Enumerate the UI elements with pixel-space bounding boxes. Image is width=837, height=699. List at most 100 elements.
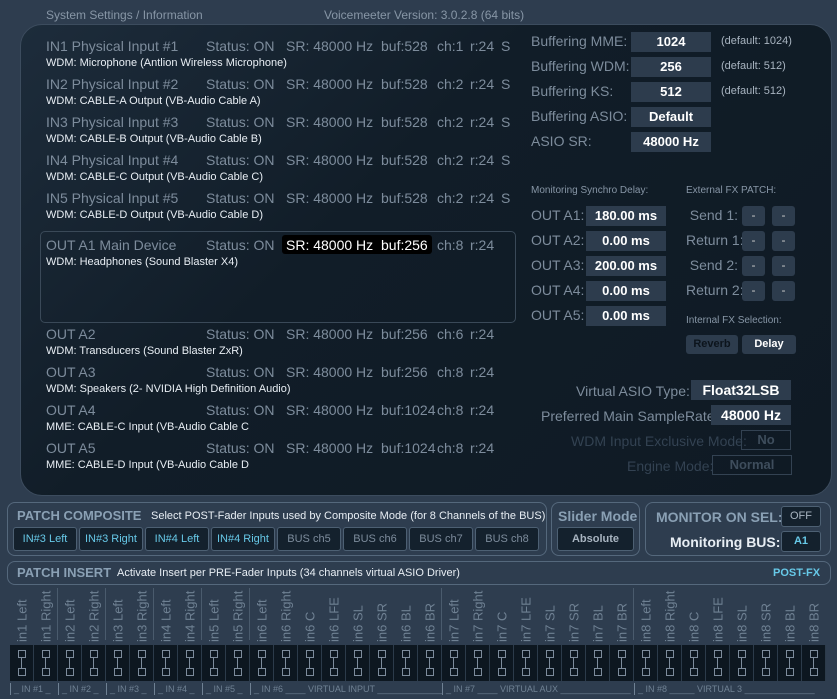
insert-switch[interactable] <box>418 645 442 681</box>
buffering-value[interactable]: 256 <box>631 57 711 77</box>
composite-button[interactable]: IN#3 Left <box>13 527 77 551</box>
delay-value[interactable]: 180.00 ms <box>586 206 666 226</box>
delay-value[interactable]: 200.00 ms <box>586 256 666 276</box>
insert-group-label: _ IN #5 _ <box>202 683 250 695</box>
insert-switch[interactable] <box>202 645 226 681</box>
insert-channel-label: in8 Right <box>658 588 682 642</box>
buffering-default: (default: 512) <box>721 60 786 72</box>
insert-switch[interactable] <box>10 645 34 681</box>
insert-channel-text: in7 Left <box>446 599 462 642</box>
device-buffer: buf:528 <box>381 38 428 54</box>
insert-switch[interactable] <box>370 645 394 681</box>
buffering-value[interactable]: 512 <box>631 82 711 102</box>
device-buffer: buf:528 <box>381 76 428 92</box>
delay-value[interactable]: 0.00 ms <box>586 281 666 301</box>
monitoring-bus-select[interactable]: A1 <box>781 531 821 552</box>
insert-channel-text: in1 Left <box>14 599 30 642</box>
switch-bottom-square <box>642 668 650 676</box>
insert-switch[interactable] <box>394 645 418 681</box>
insert-switch[interactable] <box>658 645 682 681</box>
insert-switch[interactable] <box>586 645 610 681</box>
insert-switch[interactable] <box>442 645 466 681</box>
fx-patch-button-b[interactable]: - <box>772 206 795 226</box>
device-resolution: r:24 <box>470 190 495 206</box>
insert-switch[interactable] <box>562 645 586 681</box>
device-name: OUT A5 <box>46 440 96 456</box>
switch-bottom-square <box>114 668 122 676</box>
device-name: OUT A1 Main Device <box>46 237 177 253</box>
device-status: Status: ON <box>206 364 275 380</box>
insert-switch[interactable] <box>634 645 658 681</box>
insert-switch[interactable] <box>34 645 58 681</box>
switch-top-square <box>810 650 818 658</box>
composite-button[interactable]: IN#4 Right <box>211 527 275 551</box>
fx-patch-label: Return 2: <box>686 282 744 298</box>
insert-switch[interactable] <box>178 645 202 681</box>
insert-switch[interactable] <box>466 645 490 681</box>
insert-switch[interactable] <box>226 645 250 681</box>
insert-channel-label: in6 C <box>298 588 322 642</box>
insert-channel-label: in8 SL <box>730 588 754 642</box>
insert-switch[interactable] <box>514 645 538 681</box>
insert-channel-text: in8 C <box>686 611 702 642</box>
insert-switch[interactable] <box>130 645 154 681</box>
insert-switch[interactable] <box>274 645 298 681</box>
fx-patch-button-a[interactable]: - <box>742 206 765 226</box>
insert-switch[interactable] <box>778 645 802 681</box>
fx-patch-button-a[interactable]: - <box>742 231 765 251</box>
buffering-value[interactable]: 48000 Hz <box>631 132 711 152</box>
insert-switch[interactable] <box>322 645 346 681</box>
fx-patch-button-a[interactable]: - <box>742 256 765 276</box>
reverb-button[interactable]: Reverb <box>686 335 738 354</box>
insert-switch[interactable] <box>250 645 274 681</box>
samplerate-value[interactable]: 48000 Hz <box>711 405 791 425</box>
fx-patch-button-b[interactable]: - <box>772 256 795 276</box>
insert-switch[interactable] <box>82 645 106 681</box>
fx-patch-button-b[interactable]: - <box>772 231 795 251</box>
insert-switch[interactable] <box>58 645 82 681</box>
fx-patch-button-a[interactable]: - <box>742 281 765 301</box>
insert-channel-label: in6 BR <box>418 588 442 642</box>
buffering-value[interactable]: 1024 <box>631 32 711 52</box>
device-samplerate: SR: 48000 Hz <box>286 190 374 206</box>
fx-patch-button-b[interactable]: - <box>772 281 795 301</box>
composite-button[interactable]: BUS ch8 <box>475 527 539 551</box>
insert-switch[interactable] <box>106 645 130 681</box>
slider-mode-button[interactable]: Absolute <box>557 527 634 551</box>
insert-switch[interactable] <box>802 645 826 681</box>
delay-value[interactable]: 0.00 ms <box>586 306 666 326</box>
insert-switch[interactable] <box>610 645 634 681</box>
insert-switch[interactable] <box>298 645 322 681</box>
composite-button[interactable]: IN#3 Right <box>79 527 143 551</box>
insert-switch[interactable] <box>754 645 778 681</box>
composite-button[interactable]: BUS ch5 <box>277 527 341 551</box>
delay-value[interactable]: 0.00 ms <box>586 231 666 251</box>
monitor-on-sel-toggle[interactable]: OFF <box>781 506 821 527</box>
switch-bottom-square <box>810 668 818 676</box>
device-name: IN5 Physical Input #5 <box>46 190 179 206</box>
insert-switch[interactable] <box>154 645 178 681</box>
insert-switch[interactable] <box>490 645 514 681</box>
insert-channel-text: in4 Right <box>182 590 198 642</box>
composite-button[interactable]: IN#4 Left <box>145 527 209 551</box>
switch-bottom-square <box>762 668 770 676</box>
insert-switch[interactable] <box>538 645 562 681</box>
composite-button[interactable]: BUS ch6 <box>343 527 407 551</box>
insert-channel-label: in7 C <box>490 588 514 642</box>
device-status: Status: ON <box>206 402 275 418</box>
delay-button[interactable]: Delay <box>742 335 796 354</box>
insert-switch[interactable] <box>706 645 730 681</box>
switch-top-square <box>450 650 458 658</box>
insert-switch[interactable] <box>682 645 706 681</box>
insert-switch[interactable] <box>730 645 754 681</box>
insert-channel-text: in6 C <box>302 611 318 642</box>
insert-switch[interactable] <box>346 645 370 681</box>
composite-button[interactable]: BUS ch7 <box>409 527 473 551</box>
device-channels: ch:8 <box>437 440 464 456</box>
device-name: OUT A2 <box>46 326 96 342</box>
device-buffer: buf:1024 <box>381 402 436 418</box>
buffering-value[interactable]: Default <box>631 107 711 127</box>
asio-type-value[interactable]: Float32LSB <box>691 380 791 400</box>
group-separator <box>105 588 106 640</box>
post-fx-toggle[interactable]: POST-FX <box>773 567 820 579</box>
